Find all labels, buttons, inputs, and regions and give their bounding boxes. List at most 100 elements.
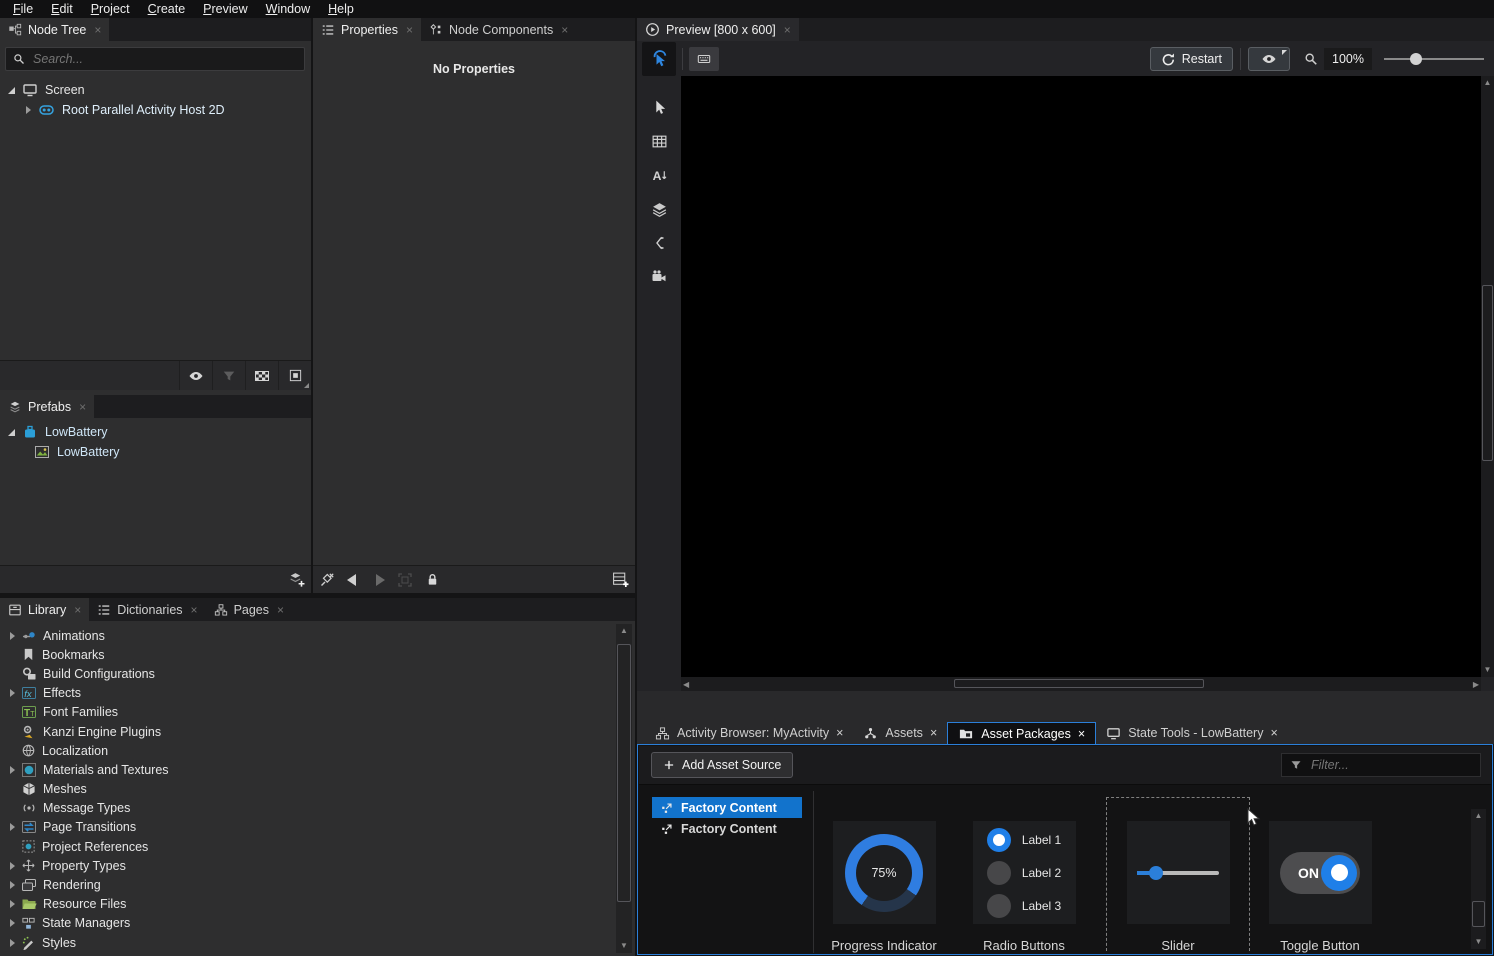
camera-tool-button[interactable] [642, 260, 676, 294]
close-icon[interactable]: × [836, 726, 843, 740]
add-property-icon[interactable] [612, 571, 629, 588]
library-item-styles[interactable]: Styles [0, 933, 610, 952]
tab-dictionaries[interactable]: Dictionaries × [89, 598, 205, 621]
menu-file[interactable]: File [4, 1, 42, 17]
text-tool-button[interactable] [642, 158, 676, 192]
tab-node-tree[interactable]: Node Tree × [0, 18, 109, 41]
collapsed-arrow-icon[interactable] [10, 689, 15, 697]
library-item-state-managers[interactable]: State Managers [0, 914, 610, 933]
library-item-meshes[interactable]: Meshes [0, 780, 610, 799]
asset-scrollbar[interactable]: ▲ ▼ [1471, 809, 1486, 949]
tab-activity-browser[interactable]: Activity Browser: MyActivity × [645, 722, 853, 744]
frame-icon[interactable] [397, 572, 413, 588]
close-icon[interactable]: × [1078, 727, 1085, 741]
close-icon[interactable]: × [74, 604, 81, 616]
library-item-rendering[interactable]: Rendering [0, 875, 610, 894]
close-icon[interactable]: × [561, 24, 568, 36]
menu-preview[interactable]: Preview [194, 1, 256, 17]
library-item-kanzi-engine-plugins[interactable]: Kanzi Engine Plugins [0, 722, 610, 741]
close-icon[interactable]: × [1270, 726, 1277, 740]
library-item-resource-files[interactable]: Resource Files [0, 895, 610, 914]
close-icon[interactable]: × [277, 604, 284, 616]
select-tool-button[interactable] [642, 90, 676, 124]
library-item-font-families[interactable]: Font Families [0, 703, 610, 722]
library-item-materials-and-textures[interactable]: Materials and Textures [0, 760, 610, 779]
collapsed-arrow-icon[interactable] [10, 939, 15, 947]
asset-filter[interactable] [1281, 753, 1481, 777]
zoom-slider[interactable] [1384, 48, 1484, 70]
zoom-value[interactable]: 100% [1324, 48, 1372, 70]
library-item-page-transitions[interactable]: Page Transitions [0, 818, 610, 837]
library-item-build-configurations[interactable]: Build Configurations [0, 664, 610, 683]
keyboard-input-button[interactable] [689, 47, 719, 71]
asset-card-toggle-button[interactable]: ON Toggle Button [1250, 797, 1390, 953]
tree-row-root-activity-host[interactable]: Root Parallel Activity Host 2D [0, 100, 311, 120]
filter-button[interactable] [212, 361, 245, 390]
library-item-project-references[interactable]: Project References [0, 837, 610, 856]
scrollbar-thumb[interactable] [1472, 901, 1485, 927]
library-scrollbar[interactable]: ▲ ▼ [616, 624, 632, 953]
tab-pages[interactable]: Pages × [206, 598, 292, 621]
source-factory-content-selected[interactable]: Factory Content [652, 797, 802, 818]
collapsed-arrow-icon[interactable] [26, 106, 31, 114]
library-item-effects[interactable]: Effects [0, 684, 610, 703]
add-asset-source-button[interactable]: Add Asset Source [651, 752, 793, 778]
tab-asset-packages[interactable]: Asset Packages × [947, 722, 1096, 744]
menu-help[interactable]: Help [319, 1, 363, 17]
scroll-left-icon[interactable]: ◀ [683, 680, 689, 689]
collapsed-arrow-icon[interactable] [10, 632, 15, 640]
transparency-pattern-button[interactable] [245, 361, 278, 390]
back-arrow-icon[interactable] [347, 574, 356, 586]
close-icon[interactable]: × [94, 24, 101, 36]
library-item-animations[interactable]: Animations [0, 626, 610, 645]
search-input[interactable] [31, 51, 297, 67]
collapsed-arrow-icon[interactable] [10, 862, 15, 870]
scroll-up-icon[interactable]: ▲ [1481, 76, 1494, 90]
menu-project[interactable]: Project [82, 1, 139, 17]
preview-vscrollbar[interactable]: ▲ ▼ [1481, 76, 1494, 677]
scroll-down-icon[interactable]: ▼ [616, 939, 632, 953]
scrollbar-thumb[interactable] [1482, 285, 1493, 461]
collapsed-arrow-icon[interactable] [10, 881, 15, 889]
tab-state-tools[interactable]: State Tools - LowBattery × [1096, 722, 1288, 744]
grid-tool-button[interactable] [642, 124, 676, 158]
collapsed-arrow-icon[interactable] [10, 919, 15, 927]
expanded-arrow-icon[interactable] [8, 87, 15, 94]
asset-card-progress-indicator[interactable]: 75% Progress Indicator [814, 797, 954, 953]
viewport-mode-button[interactable] [278, 361, 311, 390]
lock-icon[interactable] [425, 572, 440, 587]
library-item-bookmarks[interactable]: Bookmarks [0, 645, 610, 664]
menu-edit[interactable]: Edit [42, 1, 82, 17]
tab-assets[interactable]: Assets × [853, 722, 947, 744]
tree-row-lowbattery[interactable]: LowBattery [0, 422, 311, 442]
preview-viewport[interactable] [681, 76, 1481, 677]
scroll-down-icon[interactable]: ▼ [1471, 935, 1486, 949]
scrollbar-thumb[interactable] [617, 644, 631, 902]
tab-properties[interactable]: Properties × [313, 18, 421, 41]
tab-preview[interactable]: Preview [800 x 600] × [637, 18, 799, 41]
clear-pin-icon[interactable] [319, 572, 335, 588]
library-item-message-types[interactable]: Message Types [0, 799, 610, 818]
tab-prefabs[interactable]: Prefabs × [0, 395, 94, 418]
asset-card-slider[interactable]: Slider [1106, 797, 1250, 953]
close-icon[interactable]: × [930, 726, 937, 740]
expanded-arrow-icon[interactable] [8, 429, 15, 436]
scroll-up-icon[interactable]: ▲ [616, 624, 632, 638]
asset-card-radio-buttons[interactable]: Label 1 Label 2 Label 3 Radio Buttons [954, 797, 1094, 953]
interact-tool-button[interactable] [642, 42, 676, 76]
collapsed-arrow-icon[interactable] [10, 823, 15, 831]
scroll-down-icon[interactable]: ▼ [1481, 663, 1494, 677]
collapsed-arrow-icon[interactable] [10, 766, 15, 774]
tab-node-components[interactable]: Node Components × [421, 18, 576, 41]
layers-tool-button[interactable] [642, 192, 676, 226]
add-prefab-icon[interactable] [288, 571, 305, 588]
close-icon[interactable]: × [784, 24, 791, 36]
close-icon[interactable]: × [191, 604, 198, 616]
tree-row-lowbattery-image[interactable]: LowBattery [0, 442, 311, 462]
restart-button[interactable]: Restart [1150, 47, 1233, 71]
zoom-slider-thumb[interactable] [1410, 53, 1422, 65]
preview-hscrollbar[interactable]: ◀ ▶ [681, 677, 1481, 691]
menu-window[interactable]: Window [257, 1, 319, 17]
filter-input[interactable] [1309, 757, 1472, 773]
forward-arrow-icon[interactable] [376, 574, 385, 586]
